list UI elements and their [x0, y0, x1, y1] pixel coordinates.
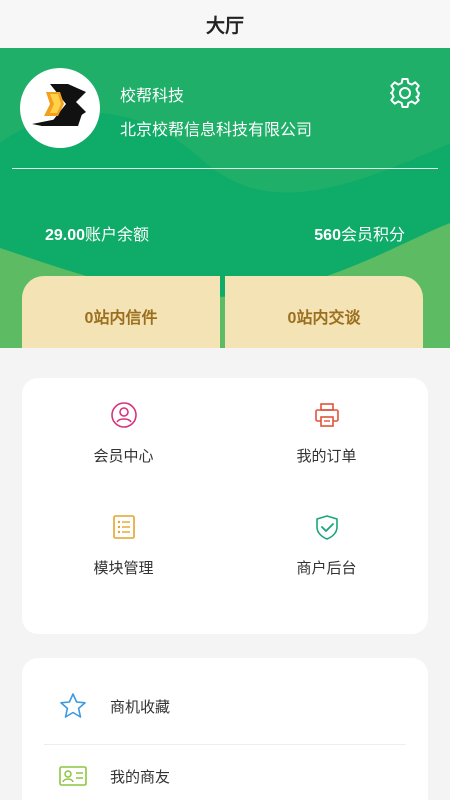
points-label: 会员积分 — [340, 227, 405, 244]
site-mail-button[interactable]: 0站内信件 — [22, 276, 220, 348]
company-short-name: 校帮科技 — [120, 88, 185, 105]
business-favorites-label: 商机收藏 — [110, 698, 171, 716]
member-center-item[interactable]: 会员中心 — [22, 378, 225, 488]
module-management-item[interactable]: 模块管理 — [22, 490, 225, 600]
printer-icon — [314, 402, 339, 427]
member-points[interactable]: 560会员积分 — [314, 221, 405, 245]
my-orders-label: 我的订单 — [296, 447, 357, 465]
feature-grid-card: 会员中心 我的订单 模块管理 商户后台 — [22, 378, 428, 634]
business-favorites-item[interactable]: 商机收藏 — [44, 674, 406, 738]
settings-gear-icon[interactable] — [388, 76, 422, 110]
merchant-backend-item[interactable]: 商户后台 — [225, 490, 428, 600]
header-divider — [12, 168, 438, 169]
company-logo-icon — [32, 84, 86, 126]
page-title: 大厅 — [205, 15, 244, 37]
module-list-icon — [112, 514, 135, 539]
balance-value: 29.00 — [45, 227, 86, 244]
my-business-friends-item[interactable]: 我的商友 — [44, 744, 406, 800]
member-center-label: 会员中心 — [93, 447, 154, 465]
points-value: 560 — [314, 227, 341, 244]
profile-header: 校帮科技 北京校帮信息科技有限公司 29.00账户余额 560会员积分 0站内信… — [0, 48, 450, 348]
account-balance[interactable]: 29.00账户余额 — [45, 221, 149, 245]
module-management-label: 模块管理 — [93, 559, 154, 577]
my-orders-item[interactable]: 我的订单 — [225, 378, 428, 488]
user-circle-icon — [110, 401, 137, 428]
company-logo-avatar[interactable] — [20, 68, 100, 148]
company-full-name: 北京校帮信息科技有限公司 — [120, 122, 313, 139]
shield-check-icon — [315, 514, 338, 540]
feature-list-card: 商机收藏 我的商友 — [22, 658, 428, 800]
site-chat-button[interactable]: 0站内交谈 — [225, 276, 423, 348]
merchant-backend-label: 商户后台 — [296, 559, 357, 577]
top-bar: 大厅 — [0, 0, 450, 48]
my-business-friends-label: 我的商友 — [110, 768, 171, 786]
balance-label: 账户余额 — [85, 227, 150, 244]
contact-card-icon — [59, 766, 87, 786]
star-icon — [60, 693, 86, 718]
